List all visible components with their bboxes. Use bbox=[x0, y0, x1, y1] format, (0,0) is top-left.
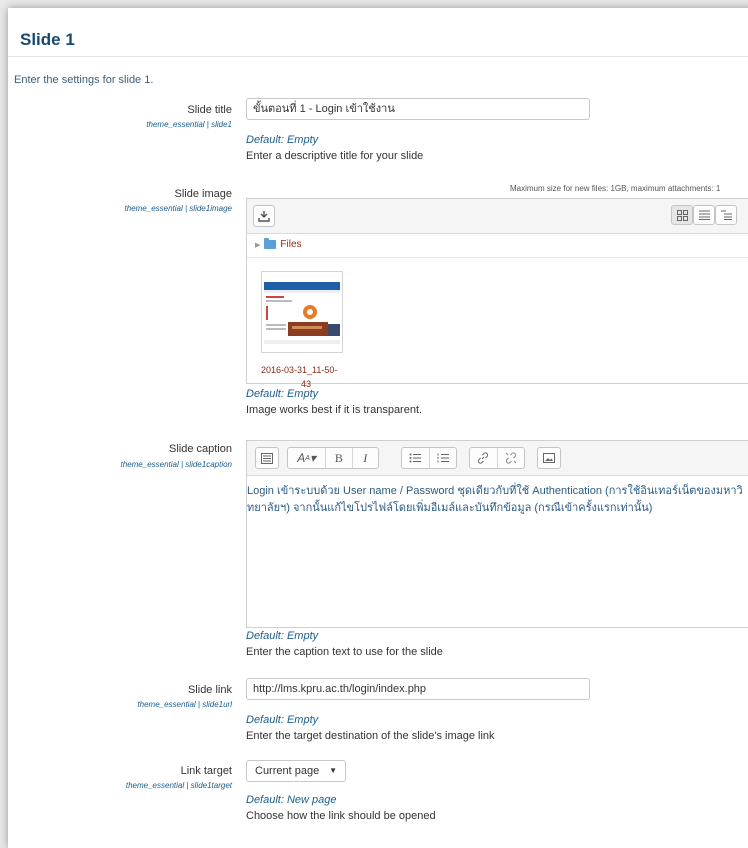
link-target-label: Link target bbox=[180, 765, 232, 777]
link-target-select[interactable]: Current page ▼ bbox=[246, 760, 346, 782]
slide-title-input[interactable]: ขั้นตอนที่ 1 - Login เข้าใช้งาน bbox=[246, 98, 590, 120]
file-manager-divider bbox=[247, 257, 748, 258]
numbered-list-button[interactable] bbox=[428, 448, 457, 468]
link-icon bbox=[478, 452, 489, 464]
list-group bbox=[401, 447, 457, 469]
toolbar-toggle-group bbox=[255, 447, 279, 469]
slide-title-label: Slide title bbox=[187, 104, 232, 116]
slide-image-description: Image works best if it is transparent. bbox=[246, 404, 423, 416]
bold-button[interactable]: B bbox=[325, 448, 351, 468]
slide-caption-label: Slide caption bbox=[169, 443, 232, 455]
folder-icon bbox=[264, 238, 277, 249]
slide-link-input[interactable]: http://lms.kpru.ac.th/login/index.php bbox=[246, 678, 590, 700]
bold-icon: B bbox=[334, 450, 343, 465]
link-group bbox=[469, 447, 525, 469]
slide-link-setting: theme_essential | slide1url bbox=[137, 700, 232, 709]
numbered-list-icon bbox=[437, 453, 449, 463]
view-tree-button[interactable] bbox=[715, 205, 737, 225]
toolbar-toggle-button[interactable] bbox=[256, 448, 278, 468]
link-target-value: Current page bbox=[255, 765, 320, 777]
slide-caption-description: Enter the caption text to use for the sl… bbox=[246, 646, 443, 658]
link-target-default: Default: New page bbox=[246, 794, 337, 806]
max-size-note: Maximum size for new files: 1GB, maximum… bbox=[510, 184, 721, 193]
view-list-button[interactable] bbox=[693, 205, 715, 225]
link-button[interactable] bbox=[470, 448, 497, 468]
slide-link-default: Default: Empty bbox=[246, 714, 319, 726]
link-target-setting: theme_essential | slide1target bbox=[125, 781, 232, 790]
bullet-list-button[interactable] bbox=[402, 448, 429, 468]
media-group bbox=[537, 447, 561, 469]
slide-image-setting: theme_essential | slide1image bbox=[124, 204, 232, 213]
section-intro: Enter the settings for slide 1. bbox=[14, 74, 154, 86]
font-style-button[interactable]: A A ▾ bbox=[288, 448, 325, 468]
file-path[interactable]: ▶ Files bbox=[255, 238, 302, 250]
screenshot-thumbnail-image bbox=[264, 282, 340, 344]
section-title: Slide 1 bbox=[20, 30, 75, 49]
bullet-list-icon bbox=[409, 453, 422, 463]
caption-text-area[interactable]: Login เข้าระบบด้วย User name / Password … bbox=[247, 483, 748, 517]
image-icon bbox=[543, 453, 555, 463]
insert-image-button[interactable] bbox=[538, 448, 560, 468]
unlink-icon bbox=[505, 452, 517, 464]
tree-icon bbox=[720, 210, 732, 220]
slide-title-setting: theme_essential | slide1 bbox=[146, 120, 232, 129]
expand-arrow-icon: ▶ bbox=[255, 241, 261, 249]
file-thumbnail[interactable] bbox=[261, 271, 343, 353]
folder-label: Files bbox=[280, 239, 302, 250]
slide-image-default: Default: Empty bbox=[246, 388, 319, 400]
link-target-description: Choose how the link should be opened bbox=[246, 810, 436, 822]
chevron-down-icon: ▼ bbox=[329, 766, 337, 775]
file-name[interactable]: 2016-03-31_11-50- bbox=[261, 365, 337, 375]
italic-icon: I bbox=[363, 450, 368, 465]
caption-editor: A A ▾ B I Login เข้าระบบด้วย User name /… bbox=[246, 440, 748, 628]
view-icons-button[interactable] bbox=[671, 205, 693, 225]
slide-link-description: Enter the target destination of the slid… bbox=[246, 730, 495, 742]
list-icon bbox=[698, 210, 710, 220]
file-manager: ▶ Files 2016-03-31_11-50- 43 bbox=[246, 198, 748, 389]
slide-link-label: Slide link bbox=[187, 684, 232, 696]
editor-toolbar: A A ▾ B I bbox=[247, 441, 748, 476]
settings-panel bbox=[8, 8, 748, 848]
format-group: A A ▾ B I bbox=[287, 447, 379, 469]
download-icon bbox=[258, 211, 270, 222]
add-file-button[interactable] bbox=[253, 205, 275, 227]
slide-title-description: Enter a descriptive title for your slide bbox=[246, 150, 424, 162]
unlink-button[interactable] bbox=[496, 448, 525, 468]
divider bbox=[8, 56, 748, 57]
italic-button[interactable]: I bbox=[351, 448, 378, 468]
slide-caption-default: Default: Empty bbox=[246, 630, 319, 642]
slide-image-label: Slide image bbox=[174, 188, 232, 200]
slide-title-default: Default: Empty bbox=[246, 134, 319, 146]
grid-icon bbox=[676, 209, 688, 221]
keyboard-icon bbox=[261, 452, 273, 464]
file-manager-toolbar bbox=[247, 199, 748, 234]
slide-caption-setting: theme_essential | slide1caption bbox=[120, 460, 232, 469]
text-style-icon: A A ▾ bbox=[297, 451, 316, 465]
